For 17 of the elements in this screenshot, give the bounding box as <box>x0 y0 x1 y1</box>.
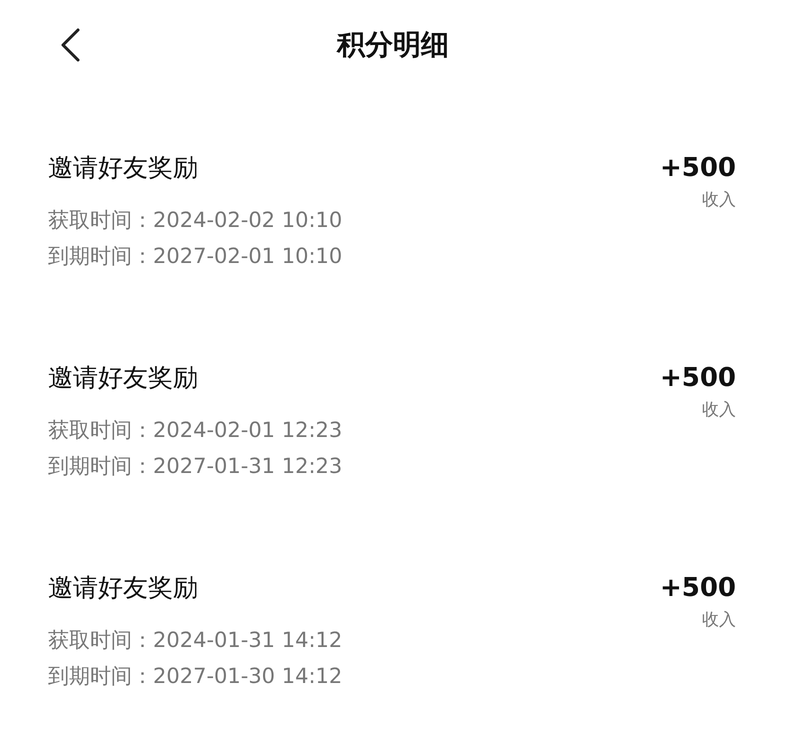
points-amount: +500 <box>660 152 736 184</box>
record-title: 邀请好友奖励 <box>48 152 199 184</box>
obtained-time: 获取时间：2024-02-01 12:23 <box>48 417 342 444</box>
record-type: 收入 <box>702 189 736 212</box>
points-amount: +500 <box>660 362 736 394</box>
page-title: 积分明细 <box>337 27 449 63</box>
record-type: 收入 <box>702 399 736 422</box>
obtained-time: 获取时间：2024-01-31 14:12 <box>48 627 342 654</box>
record-title: 邀请好友奖励 <box>48 362 199 394</box>
points-amount: +500 <box>660 572 736 604</box>
expiry-time: 到期时间：2027-01-31 12:23 <box>48 453 342 480</box>
expiry-time: 到期时间：2027-02-01 10:10 <box>48 243 342 270</box>
record-type: 收入 <box>702 609 736 632</box>
obtained-time: 获取时间：2024-02-02 10:10 <box>48 207 342 234</box>
record-title: 邀请好友奖励 <box>48 572 199 604</box>
expiry-time: 到期时间：2027-01-30 14:12 <box>48 663 342 690</box>
back-icon[interactable] <box>60 28 80 62</box>
